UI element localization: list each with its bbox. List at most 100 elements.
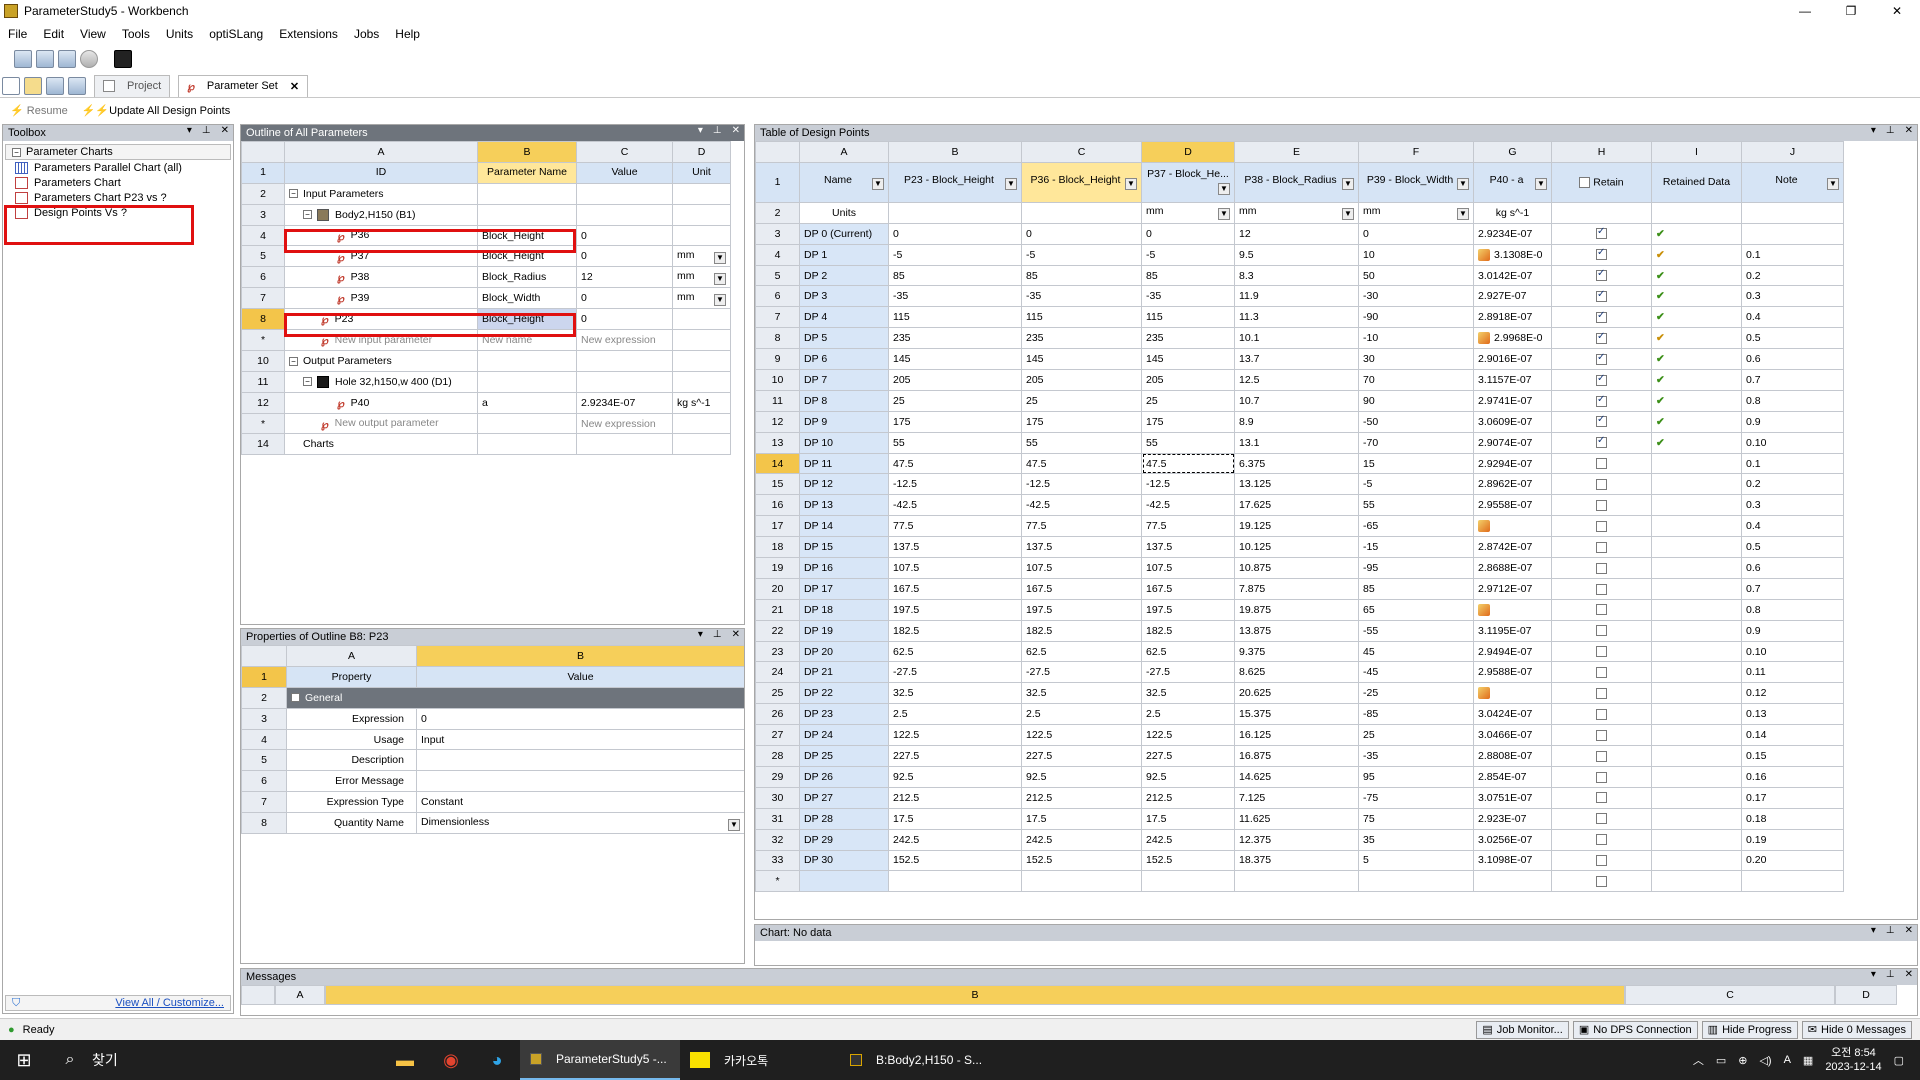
dp-value[interactable]: 197.5 [888,598,1022,621]
dp-name[interactable]: DP 1 [799,243,889,266]
column-header[interactable]: Retained Data [1651,161,1742,203]
dp-value[interactable]: 10 [1358,243,1474,266]
dp-value[interactable]: 107.5 [888,557,1022,579]
dp-value[interactable]: 10.7 [1234,389,1359,412]
design-point-row[interactable]: 25 DP 22 32.5 32.5 32.5 20.625 -25 0.12 [755,682,1844,705]
dp-value[interactable]: 242.5 [888,828,1022,851]
parameter-name[interactable] [477,433,577,456]
parameter-value[interactable]: 0 [576,245,673,268]
retain-cell[interactable] [1551,807,1652,830]
column-header[interactable]: P39 - Block_Width ▼ [1358,161,1474,203]
note-cell[interactable]: 0.6 [1741,557,1844,579]
design-point-row[interactable]: 6DP 3-35-35-3511.9-302.927E-07✔0.3 [755,285,1844,308]
column-header[interactable]: Value [416,665,744,688]
view-all-customize-link[interactable]: View All / Customize... [115,997,224,1009]
parameter-unit[interactable] [672,370,731,393]
dp-value[interactable]: 16.875 [1234,745,1359,767]
retain-cell[interactable] [1551,410,1652,433]
dp-value[interactable]: 77.5 [1141,515,1235,538]
note-cell[interactable]: 0.10 [1741,431,1844,454]
design-point-row[interactable]: 4DP 1-5-5-59.5103.1308E-0✔0.1 [755,243,1844,266]
dp-value[interactable]: 152.5 [1141,849,1235,872]
dp-name[interactable]: DP 16 [799,557,889,579]
property-value[interactable] [416,749,744,772]
dp-value[interactable]: 175 [1141,410,1235,433]
retain-cell[interactable] [1551,828,1652,851]
messages-col-a[interactable]: A [275,985,325,1005]
tray-chevron-icon[interactable]: ︿ [1693,1052,1704,1068]
dp-value[interactable]: 95 [1358,765,1474,788]
design-point-row[interactable]: 10DP 720520520512.5703.1157E-07✔0.7 [755,369,1844,391]
retain-cell[interactable] [1551,870,1652,893]
restore-icon[interactable]: ❐ [1828,0,1874,22]
outline-row[interactable]: 6 ℘ P38 Block_Radius 12 mm ▼ [241,266,731,289]
dp-value[interactable]: -27.5 [1021,661,1142,684]
parameter-name[interactable] [477,182,577,205]
note-cell[interactable]: 0.18 [1741,807,1844,830]
dp-value[interactable]: 197.5 [1021,598,1142,621]
dp-value[interactable]: 10.875 [1234,557,1359,579]
column-filter-icon[interactable]: ▼ [1457,177,1469,190]
collapse-icon[interactable]: − [12,147,21,157]
dp-value[interactable]: 197.5 [1141,598,1235,621]
retain-cell[interactable] [1551,849,1652,872]
column-letter-b[interactable]: B [416,645,744,667]
design-point-row[interactable]: 33 DP 30 152.5 152.5 152.5 18.375 5 3.1098E-07 0… [755,849,1844,872]
toolbox-item-parallel-chart[interactable]: Parameters Parallel Chart (all) [3,160,233,175]
dp-value[interactable]: 55 [888,431,1022,454]
retain-checkbox[interactable] [1596,750,1607,762]
messages-col-b[interactable]: B [325,985,1625,1005]
pin-icon[interactable]: ⊥ [1886,125,1895,136]
retain-cell[interactable] [1551,745,1652,767]
dp-name[interactable]: DP 19 [799,619,889,642]
pin-icon[interactable]: ⊥ [1886,925,1895,936]
collapse-icon[interactable]: − [289,356,298,366]
design-point-row[interactable]: 3DP 0 (Current)0001202.9234E-07✔ [755,222,1844,245]
parameter-unit[interactable] [672,182,731,205]
dp-value[interactable]: 15.375 [1234,703,1359,726]
note-cell[interactable]: 0.10 [1741,640,1844,663]
design-point-row[interactable]: 20 DP 17 167.5 167.5 167.5 7.875 85 2.9712E-07 0… [755,577,1844,600]
column-letter-h[interactable]: H [1551,141,1652,163]
note-cell[interactable]: 0.20 [1741,849,1844,872]
note-cell[interactable]: 0.7 [1741,369,1844,391]
close-icon[interactable]: ✕ [1905,125,1913,136]
dp-value[interactable]: 70 [1358,369,1474,391]
retain-cell[interactable] [1551,765,1652,788]
close-tab-icon[interactable]: ✕ [290,80,299,93]
dp-value[interactable]: 35 [1358,828,1474,851]
column-filter-icon[interactable]: ▼ [1218,183,1230,196]
parameter-id[interactable]: − Output Parameters [284,349,478,372]
retain-cell[interactable] [1551,536,1652,559]
column-letter-b[interactable]: B [888,141,1022,163]
property-group[interactable]: − General [286,686,744,709]
parameter-id[interactable]: Charts [284,433,478,456]
retain-checkbox[interactable] [1596,604,1607,616]
design-point-row[interactable]: 31 DP 28 17.5 17.5 17.5 11.625 75 2.923E-07 0.18 [755,807,1844,830]
dp-value[interactable]: -70 [1358,431,1474,454]
new-dp-value[interactable] [1234,870,1359,893]
outline-row[interactable]: 12 ℘ P40 a 2.9234E-07 kg s^-1 [241,391,731,414]
parameter-unit[interactable] [672,433,731,456]
menu-item-tools[interactable]: Tools [122,27,150,41]
dp-value[interactable]: 62.5 [1021,640,1142,663]
dp-value[interactable]: 32.5 [1021,682,1142,705]
dp-value[interactable]: 18.375 [1234,849,1359,872]
dp-value[interactable]: -95 [1358,557,1474,579]
column-header[interactable]: Parameter Name [477,161,577,184]
network-icon[interactable]: ▭ [1716,1054,1726,1067]
dp-name[interactable]: DP 2 [799,264,889,287]
retain-checkbox[interactable] [1596,729,1607,741]
collapse-icon[interactable]: − [303,377,312,387]
note-cell[interactable]: 0.5 [1741,327,1844,350]
note-cell[interactable]: 0.16 [1741,765,1844,788]
new-file-icon[interactable] [2,76,20,95]
column-header[interactable]: Unit [672,161,731,184]
parameter-name[interactable]: Block_Width [477,287,577,310]
save-icon[interactable] [46,76,64,95]
retain-cell[interactable] [1551,515,1652,538]
dp-value[interactable]: 19.125 [1234,515,1359,538]
dp-value[interactable]: 10.125 [1234,536,1359,559]
dp-value[interactable]: 182.5 [1021,619,1142,642]
note-cell[interactable]: 0.17 [1741,786,1844,809]
